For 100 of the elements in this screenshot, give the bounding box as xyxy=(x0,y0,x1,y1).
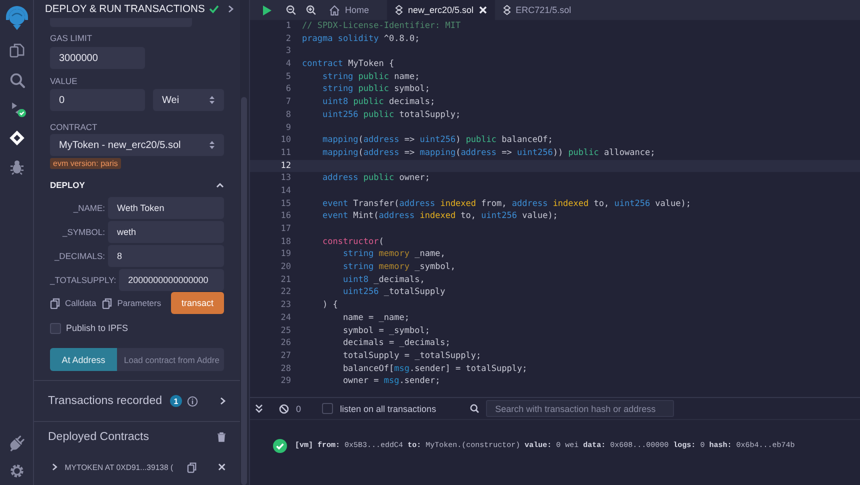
evm-version-badge: evm version: paris xyxy=(50,158,121,169)
search-field[interactable]: Search with transaction hash or address xyxy=(486,400,674,418)
code-line: ) { xyxy=(321,299,338,312)
code-line: symbol = _symbol; xyxy=(342,324,430,338)
code-line: string memory _name, xyxy=(342,248,446,262)
line-number: 21 xyxy=(280,274,291,286)
line-number: 19 xyxy=(280,248,291,262)
editor-tab[interactable]: new_erc20/5.sol xyxy=(387,0,495,20)
param-field[interactable]: Weth Token xyxy=(108,197,224,219)
param-field[interactable]: 2000000000000000 xyxy=(119,269,224,291)
double-chevron-down-icon[interactable] xyxy=(255,404,263,414)
plug-icon[interactable] xyxy=(8,434,26,452)
line-number: 27 xyxy=(280,350,291,363)
code-line: uint256 public totalSupply; xyxy=(321,108,461,122)
editor-tab[interactable]: ERC721/5.sol xyxy=(494,0,580,20)
line-number: 10 xyxy=(280,134,291,147)
contract-select[interactable]: MyToken - new_erc20/5.sol xyxy=(50,134,224,156)
line-number: 12 xyxy=(280,160,291,172)
checkbox[interactable] xyxy=(322,403,334,414)
line-number: 13 xyxy=(280,172,291,185)
close-icon[interactable] xyxy=(218,463,226,471)
chevron-right-icon[interactable] xyxy=(228,5,234,13)
calldata-button[interactable]: Calldata xyxy=(50,298,96,308)
editor-tab[interactable]: Home xyxy=(321,0,378,20)
info-icon[interactable] xyxy=(187,396,198,406)
param-label: _DECIMALS: xyxy=(53,251,105,261)
chevron-right-icon[interactable] xyxy=(220,397,226,405)
chevron-right-icon[interactable] xyxy=(52,463,58,471)
copy-icon xyxy=(102,298,112,308)
updown-icon xyxy=(209,140,215,150)
checkbox-label: Publish to IPFS xyxy=(66,323,128,333)
line-number: 16 xyxy=(280,210,291,223)
code-line: mapping(address => mapping(address => uint256)) public allowance; xyxy=(321,146,656,160)
line-number: 7 xyxy=(284,96,291,109)
field-label: CONTRACT xyxy=(50,121,98,134)
code-line: contract MyToken { xyxy=(301,58,394,71)
code-line: uint8 public decimals; xyxy=(321,96,436,109)
code-line: owner = msg.sender; xyxy=(342,375,440,388)
copy-icon xyxy=(50,298,60,308)
code-line: address public owner; xyxy=(321,172,430,185)
code-line: mapping(address => uint256) public balanceOf; xyxy=(321,134,553,147)
code-line: event Mint(address indexed to, uint256 value); xyxy=(321,210,558,223)
code-line: string public name; xyxy=(321,70,420,84)
field-label: GAS LIMIT xyxy=(50,32,94,45)
search-icon[interactable] xyxy=(8,70,26,88)
code-line: string memory _symbol, xyxy=(342,261,456,274)
line-number: 28 xyxy=(280,362,291,376)
code-line: uint8 _decimals, xyxy=(342,274,425,286)
line-number: 25 xyxy=(280,324,291,338)
clear-icon[interactable] xyxy=(279,404,289,414)
caret-up-icon[interactable] xyxy=(216,182,224,188)
address-field[interactable]: Load contract from Addre xyxy=(117,348,224,371)
code-line: decimals = _decimals; xyxy=(342,337,450,350)
scrollbar-thumb[interactable] xyxy=(241,97,247,485)
pending-count: 0 xyxy=(296,404,302,414)
deploy-icon[interactable] xyxy=(8,128,26,146)
value-field[interactable]: 0 xyxy=(50,89,145,111)
line-number: 23 xyxy=(280,299,291,312)
line-number: 6 xyxy=(284,83,291,96)
file-icon xyxy=(502,5,511,15)
line-number: 5 xyxy=(284,70,291,84)
line-number: 29 xyxy=(280,375,291,388)
line-number: 9 xyxy=(284,122,291,134)
code-line: // SPDX-License-Identifier: MIT xyxy=(301,20,461,33)
checkbox[interactable] xyxy=(50,322,61,334)
line-number: 26 xyxy=(280,337,291,350)
line-number: 18 xyxy=(280,236,291,248)
count-badge: 1 xyxy=(170,395,182,407)
home-icon xyxy=(329,4,340,16)
code-line: balanceOf[msg.sender] = totalSupply; xyxy=(342,362,528,376)
param-label: _SYMBOL: xyxy=(61,227,105,237)
trash-icon[interactable] xyxy=(217,432,226,442)
play-icon[interactable] xyxy=(262,4,272,16)
at-address-button[interactable]: At Address xyxy=(50,348,117,371)
code-line: name = _name; xyxy=(342,312,410,324)
param-label: _TOTALSUPPLY: xyxy=(50,275,116,285)
param-field[interactable]: weth xyxy=(108,221,224,243)
zoom-in-icon[interactable] xyxy=(306,5,316,15)
code-line: event Transfer(address indexed from, address indexed to, uint256 value); xyxy=(321,198,692,210)
file-icon xyxy=(395,5,404,15)
line-number: 11 xyxy=(280,146,291,160)
close-icon[interactable] xyxy=(478,6,487,14)
search-icon[interactable] xyxy=(470,404,480,414)
section-title: DEPLOY xyxy=(50,180,85,190)
settings-icon[interactable] xyxy=(8,462,26,480)
parameters-button[interactable]: Parameters xyxy=(102,298,162,308)
line-number: 2 xyxy=(284,32,291,46)
line-number: 17 xyxy=(280,223,291,236)
gas-limit-field[interactable]: 3000000 xyxy=(50,47,145,69)
code-line: uint256 _totalSupply xyxy=(342,286,446,300)
line-number: 22 xyxy=(280,286,291,300)
line-number: 4 xyxy=(284,58,291,71)
bug-icon[interactable] xyxy=(8,158,26,176)
panel-title: DEPLOY & RUN TRANSACTIONS xyxy=(45,4,205,14)
unit-select[interactable]: Wei xyxy=(153,89,224,111)
param-field[interactable]: 8 xyxy=(108,245,224,267)
zoom-out-icon[interactable] xyxy=(286,5,296,15)
files-icon[interactable] xyxy=(8,42,26,60)
line-number: 15 xyxy=(280,198,291,210)
section-title: Deployed Contracts xyxy=(48,431,149,443)
